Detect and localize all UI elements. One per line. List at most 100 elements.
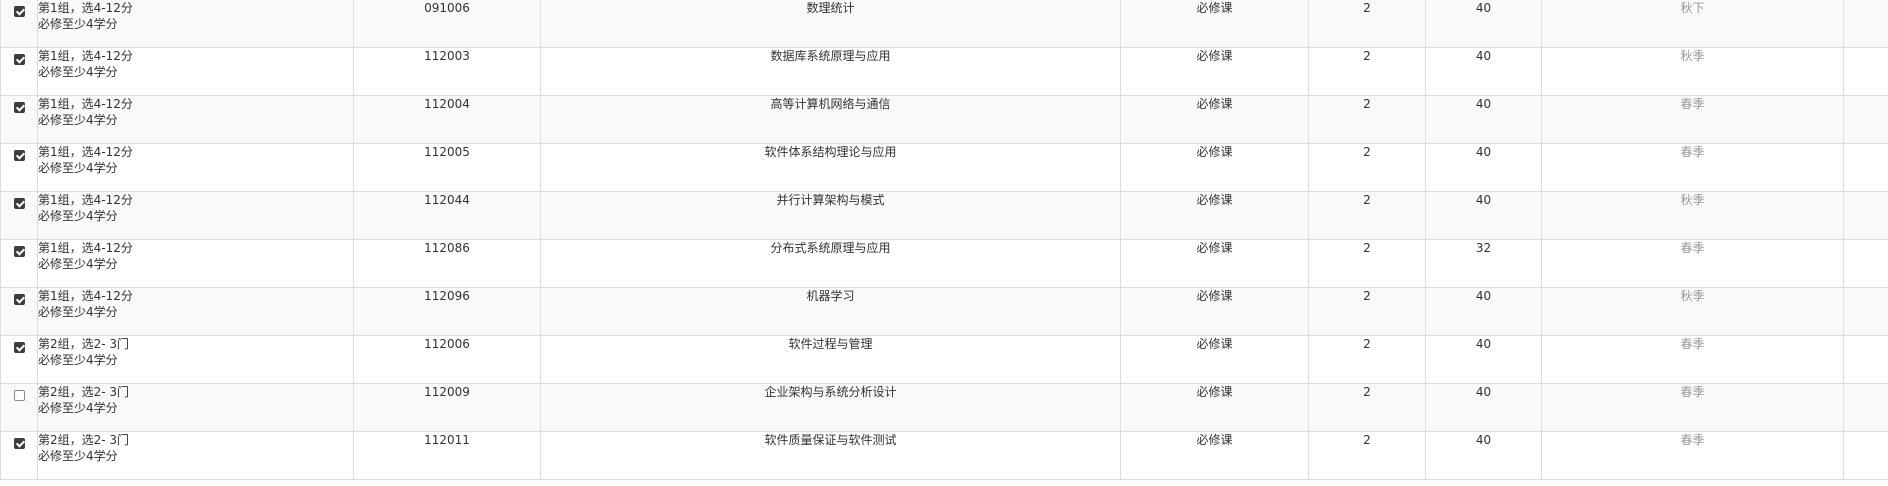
select-cell: [0, 431, 38, 480]
course-credits: 2: [1308, 0, 1426, 48]
course-name: 高等计算机网络与通信: [540, 95, 1121, 144]
course-semester: 秋季: [1541, 47, 1844, 96]
course-semester: 春季: [1541, 335, 1844, 384]
select-checkbox[interactable]: [13, 294, 25, 305]
select-cell: [0, 383, 38, 432]
action-cell: [1843, 287, 1888, 336]
course-semester: 春季: [1541, 431, 1844, 480]
min-credit-text: 必修至少4学分: [38, 449, 118, 463]
select-checkbox[interactable]: [13, 102, 25, 113]
group-cell: 第2组，选2- 3门 必修至少4学分: [37, 335, 354, 384]
course-credits: 2: [1308, 239, 1426, 288]
select-checkbox[interactable]: [13, 6, 25, 17]
course-hours: 40: [1425, 47, 1542, 96]
select-checkbox[interactable]: [13, 342, 25, 353]
min-credit-text: 必修至少4学分: [38, 353, 118, 367]
course-code: 112009: [353, 383, 541, 432]
course-semester: 秋季: [1541, 191, 1844, 240]
course-hours: 40: [1425, 143, 1542, 192]
min-credit-text: 必修至少4学分: [38, 113, 118, 127]
course-type: 必修课: [1120, 47, 1309, 96]
course-hours: 40: [1425, 335, 1542, 384]
course-type: 必修课: [1120, 431, 1309, 480]
select-cell: [0, 95, 38, 144]
course-name: 数据库系统原理与应用: [540, 47, 1121, 96]
course-code: 112011: [353, 431, 541, 480]
select-cell: [0, 191, 38, 240]
action-cell: [1843, 47, 1888, 96]
course-semester: 春季: [1541, 95, 1844, 144]
action-cell: [1843, 335, 1888, 384]
min-credit-text: 必修至少4学分: [38, 65, 118, 79]
course-code: 112005: [353, 143, 541, 192]
action-cell: [1843, 95, 1888, 144]
course-code: 112096: [353, 287, 541, 336]
course-name: 机器学习: [540, 287, 1121, 336]
course-type: 必修课: [1120, 191, 1309, 240]
course-name: 并行计算架构与模式: [540, 191, 1121, 240]
group-rule-text: 第2组，选2- 3门: [38, 337, 130, 351]
course-row: 第1组，选4-12分 必修至少4学分 112003 数据库系统原理与应用 必修课…: [0, 47, 1888, 96]
select-checkbox[interactable]: [13, 246, 25, 257]
course-table-body: 第1组，选4-12分 必修至少4学分 091006 数理统计 必修课 2 40 …: [0, 0, 1888, 480]
course-name: 软件质量保证与软件测试: [540, 431, 1121, 480]
min-credit-text: 必修至少4学分: [38, 305, 118, 319]
course-row: 第1组，选4-12分 必修至少4学分 091006 数理统计 必修课 2 40 …: [0, 0, 1888, 48]
min-credit-text: 必修至少4学分: [38, 209, 118, 223]
course-hours: 40: [1425, 191, 1542, 240]
select-checkbox[interactable]: [13, 390, 25, 401]
min-credit-text: 必修至少4学分: [38, 161, 118, 175]
course-table: 第1组，选4-12分 必修至少4学分 091006 数理统计 必修课 2 40 …: [0, 0, 1888, 480]
course-name: 软件过程与管理: [540, 335, 1121, 384]
course-row: 第1组，选4-12分 必修至少4学分 112005 软件体系结构理论与应用 必修…: [0, 143, 1888, 192]
course-hours: 40: [1425, 383, 1542, 432]
action-cell: [1843, 143, 1888, 192]
course-semester: 秋下: [1541, 0, 1844, 48]
course-type: 必修课: [1120, 0, 1309, 48]
course-name: 分布式系统原理与应用: [540, 239, 1121, 288]
action-cell: [1843, 431, 1888, 480]
action-cell: [1843, 0, 1888, 48]
course-semester: 秋季: [1541, 287, 1844, 336]
group-rule-text: 第1组，选4-12分: [38, 1, 133, 15]
course-type: 必修课: [1120, 287, 1309, 336]
group-rule-text: 第1组，选4-12分: [38, 97, 133, 111]
course-code: 091006: [353, 0, 541, 48]
group-rule-text: 第2组，选2- 3门: [38, 385, 130, 399]
min-credit-text: 必修至少4学分: [38, 257, 118, 271]
min-credit-text: 必修至少4学分: [38, 401, 118, 415]
course-row: 第1组，选4-12分 必修至少4学分 112086 分布式系统原理与应用 必修课…: [0, 239, 1888, 288]
course-row: 第1组，选4-12分 必修至少4学分 112096 机器学习 必修课 2 40 …: [0, 287, 1888, 336]
course-code: 112044: [353, 191, 541, 240]
group-rule-text: 第1组，选4-12分: [38, 289, 133, 303]
action-cell: [1843, 239, 1888, 288]
course-row: 第2组，选2- 3门 必修至少4学分 112009 企业架构与系统分析设计 必修…: [0, 383, 1888, 432]
select-cell: [0, 47, 38, 96]
select-cell: [0, 335, 38, 384]
select-checkbox[interactable]: [13, 54, 25, 65]
course-code: 112086: [353, 239, 541, 288]
course-hours: 32: [1425, 239, 1542, 288]
select-checkbox[interactable]: [13, 438, 25, 449]
group-cell: 第1组，选4-12分 必修至少4学分: [37, 47, 354, 96]
course-code: 112003: [353, 47, 541, 96]
select-cell: [0, 143, 38, 192]
min-credit-text: 必修至少4学分: [38, 17, 118, 31]
group-cell: 第2组，选2- 3门 必修至少4学分: [37, 431, 354, 480]
group-rule-text: 第1组，选4-12分: [38, 49, 133, 63]
course-type: 必修课: [1120, 143, 1309, 192]
course-credits: 2: [1308, 287, 1426, 336]
select-checkbox[interactable]: [13, 150, 25, 161]
group-cell: 第1组，选4-12分 必修至少4学分: [37, 287, 354, 336]
group-rule-text: 第1组，选4-12分: [38, 193, 133, 207]
course-semester: 春季: [1541, 239, 1844, 288]
action-cell: [1843, 383, 1888, 432]
course-row: 第1组，选4-12分 必修至少4学分 112004 高等计算机网络与通信 必修课…: [0, 95, 1888, 144]
group-cell: 第1组，选4-12分 必修至少4学分: [37, 143, 354, 192]
course-semester: 春季: [1541, 143, 1844, 192]
course-hours: 40: [1425, 287, 1542, 336]
course-code: 112004: [353, 95, 541, 144]
course-type: 必修课: [1120, 335, 1309, 384]
select-checkbox[interactable]: [13, 198, 25, 209]
course-hours: 40: [1425, 0, 1542, 48]
